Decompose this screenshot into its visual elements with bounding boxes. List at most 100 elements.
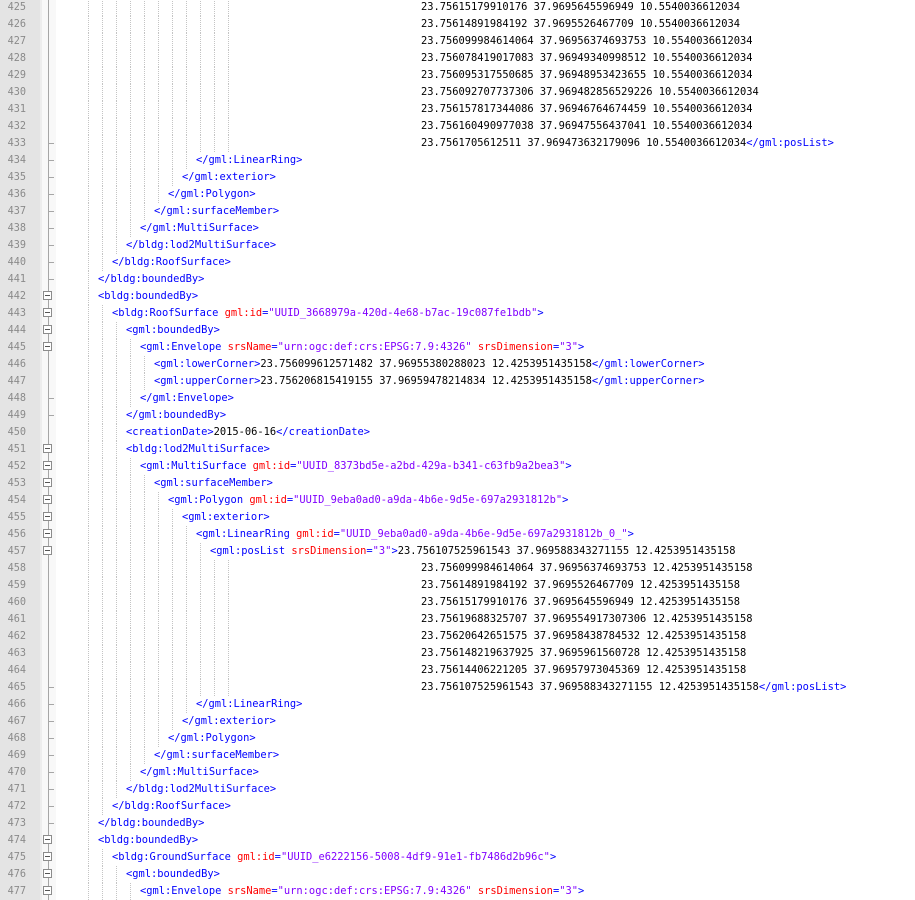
- fold-toggle-icon[interactable]: [43, 342, 52, 351]
- fold-toggle-icon[interactable]: [43, 325, 52, 334]
- code-text[interactable]: 23.756092707737306 37.969482856529226 10…: [421, 84, 759, 101]
- code-line[interactable]: 441 </bldg:boundedBy>: [0, 271, 915, 288]
- code-text[interactable]: 23.756148219637925 37.9695961560728 12.4…: [421, 645, 746, 662]
- code-line[interactable]: 477 <gml:Envelope srsName="urn:ogc:def:cr…: [0, 883, 915, 900]
- code-line[interactable]: 452 <gml:MultiSurface gml:id="UUID_8373bd…: [0, 458, 915, 475]
- code-line[interactable]: 431 23.756157817344086 37.96946764674459 …: [0, 101, 915, 118]
- code-line[interactable]: 476 <gml:boundedBy>: [0, 866, 915, 883]
- code-line[interactable]: 473 </bldg:boundedBy>: [0, 815, 915, 832]
- fold-toggle-icon[interactable]: [43, 461, 52, 470]
- code-line[interactable]: 454 <gml:Polygon gml:id="UUID_9eba0ad0-a9…: [0, 492, 915, 509]
- fold-toggle-icon[interactable]: [43, 495, 52, 504]
- code-text[interactable]: </gml:surfaceMember>: [154, 747, 279, 764]
- code-text[interactable]: <gml:posList srsDimension="3">23.7561075…: [210, 543, 736, 560]
- code-text[interactable]: 23.756160490977038 37.96947556437041 10.…: [421, 118, 753, 135]
- code-text[interactable]: <gml:Envelope srsName="urn:ogc:def:crs:E…: [140, 883, 584, 900]
- code-text[interactable]: </gml:MultiSurface>: [140, 764, 259, 781]
- code-text[interactable]: <gml:boundedBy>: [126, 866, 220, 883]
- code-line[interactable]: 463 23.756148219637925 37.9695961560728 1…: [0, 645, 915, 662]
- code-text[interactable]: <bldg:boundedBy>: [98, 288, 198, 305]
- code-text[interactable]: 23.75615179910176 37.9695645596949 10.55…: [421, 0, 740, 16]
- code-text[interactable]: </bldg:lod2MultiSurface>: [126, 237, 276, 254]
- code-text[interactable]: <gml:exterior>: [182, 509, 270, 526]
- code-text[interactable]: </gml:Polygon>: [168, 186, 256, 203]
- code-line[interactable]: 465 23.756107525961543 37.969588343271155…: [0, 679, 915, 696]
- code-line[interactable]: 442 <bldg:boundedBy>: [0, 288, 915, 305]
- code-text[interactable]: 23.756107525961543 37.969588343271155 12…: [421, 679, 846, 696]
- code-line[interactable]: 459 23.75614891984192 37.9695526467709 12…: [0, 577, 915, 594]
- code-text[interactable]: </gml:exterior>: [182, 713, 276, 730]
- code-line[interactable]: 458 23.756099984614064 37.96956374693753 …: [0, 560, 915, 577]
- code-line[interactable]: 434 </gml:LinearRing>: [0, 152, 915, 169]
- code-text[interactable]: 23.756099984614064 37.96956374693753 12.…: [421, 560, 753, 577]
- code-line[interactable]: 425 23.75615179910176 37.9695645596949 10…: [0, 0, 915, 16]
- code-line[interactable]: 443 <bldg:RoofSurface gml:id="UUID_366897…: [0, 305, 915, 322]
- code-text[interactable]: <gml:boundedBy>: [126, 322, 220, 339]
- code-text[interactable]: </gml:Polygon>: [168, 730, 256, 747]
- code-text[interactable]: 23.75614891984192 37.9695526467709 12.42…: [421, 577, 740, 594]
- code-text[interactable]: </gml:MultiSurface>: [140, 220, 259, 237]
- fold-toggle-icon[interactable]: [43, 546, 52, 555]
- code-text[interactable]: </gml:exterior>: [182, 169, 276, 186]
- fold-toggle-icon[interactable]: [43, 529, 52, 538]
- code-text[interactable]: <gml:Envelope srsName="urn:ogc:def:crs:E…: [140, 339, 584, 356]
- code-line[interactable]: 467 </gml:exterior>: [0, 713, 915, 730]
- fold-toggle-icon[interactable]: [43, 444, 52, 453]
- fold-toggle-icon[interactable]: [43, 512, 52, 521]
- code-line[interactable]: 447 <gml:upperCorner>23.756206815419155 3…: [0, 373, 915, 390]
- code-editor[interactable]: 425 23.75615179910176 37.9695645596949 10…: [0, 0, 915, 900]
- code-line[interactable]: 457 <gml:posList srsDimension="3">23.7561…: [0, 543, 915, 560]
- code-line[interactable]: 450 <creationDate>2015-06-16</creationDat…: [0, 424, 915, 441]
- code-line[interactable]: 451 <bldg:lod2MultiSurface>: [0, 441, 915, 458]
- code-line[interactable]: 469 </gml:surfaceMember>: [0, 747, 915, 764]
- fold-toggle-icon[interactable]: [43, 308, 52, 317]
- code-text[interactable]: 23.75619688325707 37.969554917307306 12.…: [421, 611, 753, 628]
- code-line[interactable]: 436 </gml:Polygon>: [0, 186, 915, 203]
- code-line[interactable]: 461 23.75619688325707 37.969554917307306 …: [0, 611, 915, 628]
- code-line[interactable]: 427 23.756099984614064 37.96956374693753 …: [0, 33, 915, 50]
- code-line[interactable]: 464 23.75614406221205 37.96957973045369 1…: [0, 662, 915, 679]
- code-text[interactable]: <creationDate>2015-06-16</creationDate>: [126, 424, 370, 441]
- fold-toggle-icon[interactable]: [43, 852, 52, 861]
- code-text[interactable]: </bldg:lod2MultiSurface>: [126, 781, 276, 798]
- code-text[interactable]: <gml:upperCorner>23.756206815419155 37.9…: [154, 373, 705, 390]
- code-text[interactable]: 23.75614406221205 37.96957973045369 12.4…: [421, 662, 746, 679]
- code-text[interactable]: <bldg:RoofSurface gml:id="UUID_3668979a-…: [112, 305, 544, 322]
- code-text[interactable]: 23.756157817344086 37.96946764674459 10.…: [421, 101, 753, 118]
- code-line[interactable]: 429 23.756095317550685 37.96948953423655 …: [0, 67, 915, 84]
- code-line[interactable]: 468 </gml:Polygon>: [0, 730, 915, 747]
- fold-toggle-icon[interactable]: [43, 835, 52, 844]
- code-line[interactable]: 462 23.75620642651575 37.96958438784532 1…: [0, 628, 915, 645]
- code-text[interactable]: <gml:surfaceMember>: [154, 475, 273, 492]
- code-line[interactable]: 448 </gml:Envelope>: [0, 390, 915, 407]
- code-line[interactable]: 428 23.756078419017083 37.96949340998512 …: [0, 50, 915, 67]
- code-text[interactable]: 23.756099984614064 37.96956374693753 10.…: [421, 33, 753, 50]
- code-text[interactable]: 23.7561705612511 37.969473632179096 10.5…: [421, 135, 834, 152]
- code-text[interactable]: 23.756078419017083 37.96949340998512 10.…: [421, 50, 753, 67]
- code-text[interactable]: <gml:lowerCorner>23.756099612571482 37.9…: [154, 356, 705, 373]
- code-text[interactable]: 23.75615179910176 37.9695645596949 12.42…: [421, 594, 740, 611]
- code-text[interactable]: <gml:MultiSurface gml:id="UUID_8373bd5e-…: [140, 458, 572, 475]
- code-text[interactable]: </gml:boundedBy>: [126, 407, 226, 424]
- code-text[interactable]: 23.75614891984192 37.9695526467709 10.55…: [421, 16, 740, 33]
- code-text[interactable]: <bldg:boundedBy>: [98, 832, 198, 849]
- code-text[interactable]: 23.75620642651575 37.96958438784532 12.4…: [421, 628, 746, 645]
- code-line[interactable]: 453 <gml:surfaceMember>: [0, 475, 915, 492]
- code-line[interactable]: 449 </gml:boundedBy>: [0, 407, 915, 424]
- fold-toggle-icon[interactable]: [43, 886, 52, 895]
- code-text[interactable]: </bldg:boundedBy>: [98, 271, 204, 288]
- code-text[interactable]: </bldg:RoofSurface>: [112, 798, 231, 815]
- code-text[interactable]: </gml:Envelope>: [140, 390, 234, 407]
- code-text[interactable]: </gml:surfaceMember>: [154, 203, 279, 220]
- fold-toggle-icon[interactable]: [43, 478, 52, 487]
- code-text[interactable]: <gml:LinearRing gml:id="UUID_9eba0ad0-a9…: [196, 526, 634, 543]
- code-line[interactable]: 472 </bldg:RoofSurface>: [0, 798, 915, 815]
- code-text[interactable]: <bldg:GroundSurface gml:id="UUID_e622215…: [112, 849, 556, 866]
- fold-toggle-icon[interactable]: [43, 869, 52, 878]
- code-line[interactable]: 430 23.756092707737306 37.969482856529226…: [0, 84, 915, 101]
- code-line[interactable]: 445 <gml:Envelope srsName="urn:ogc:def:cr…: [0, 339, 915, 356]
- code-line[interactable]: 444 <gml:boundedBy>: [0, 322, 915, 339]
- code-line[interactable]: 466 </gml:LinearRing>: [0, 696, 915, 713]
- code-line[interactable]: 433 23.7561705612511 37.969473632179096 1…: [0, 135, 915, 152]
- code-line[interactable]: 439 </bldg:lod2MultiSurface>: [0, 237, 915, 254]
